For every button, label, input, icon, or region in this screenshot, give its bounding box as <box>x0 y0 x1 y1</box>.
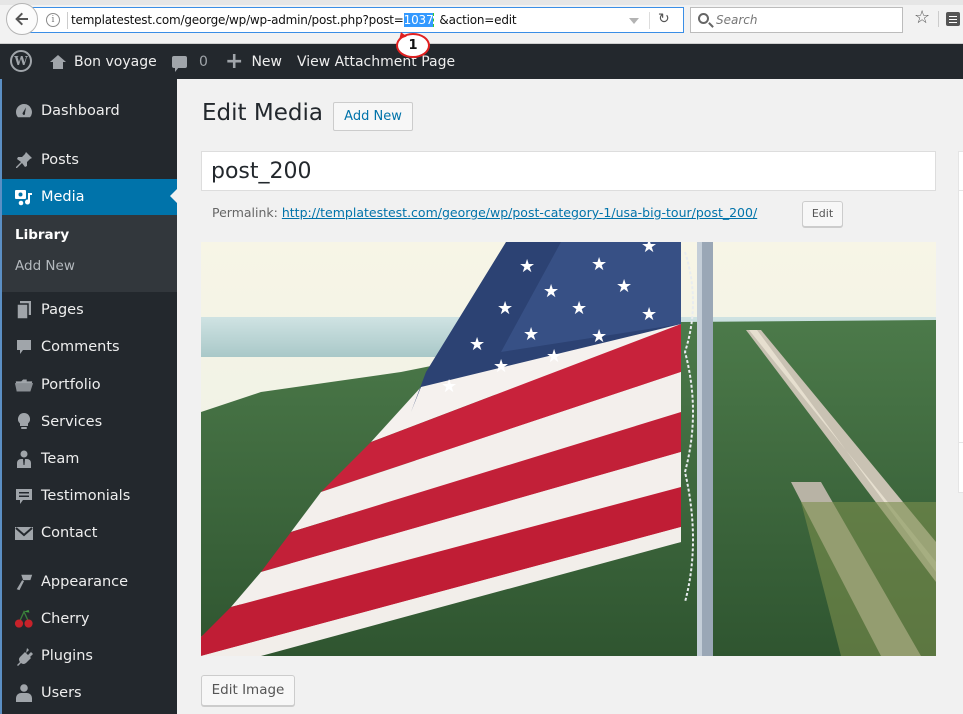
toolbar-separator <box>938 11 939 27</box>
sidebar-item-posts[interactable]: Posts <box>2 143 177 177</box>
dropdown-arrow-icon[interactable] <box>629 18 639 24</box>
folder-icon <box>14 375 34 395</box>
pages-icon <box>14 300 34 320</box>
svg-text:★: ★ <box>497 298 513 319</box>
reload-icon[interactable]: ↻ <box>658 11 670 27</box>
submenu-item-add-new[interactable]: Add New <box>15 258 75 274</box>
site-name-label: Bon voyage <box>74 53 157 70</box>
meta-box-divider <box>958 442 963 443</box>
svg-text:★: ★ <box>543 281 559 302</box>
sidebar-item-pages[interactable]: Pages <box>2 293 177 327</box>
sidebar-item-services[interactable]: Services <box>2 405 177 439</box>
url-separator <box>649 12 650 29</box>
sidebar-item-testimonials[interactable]: Testimonials <box>2 479 177 513</box>
media-title-input[interactable] <box>201 151 936 191</box>
svg-text:★: ★ <box>523 324 539 345</box>
svg-text:★: ★ <box>641 242 657 257</box>
svg-text:★: ★ <box>441 376 457 397</box>
edit-image-button[interactable]: Edit Image <box>201 675 295 706</box>
home-icon <box>50 54 66 69</box>
svg-text:★: ★ <box>641 304 657 325</box>
flag-photo: ★ ★ ★ ★ ★ ★ ★ ★ ★ ★ ★ ★ ★ ★ <box>201 242 936 656</box>
sidebar-item-media[interactable]: Media <box>2 179 177 215</box>
sidebar-item-contact[interactable]: Contact <box>2 516 177 550</box>
add-new-button[interactable]: Add New <box>333 102 413 131</box>
page-title: Edit Media <box>202 100 323 126</box>
permalink-label: Permalink: <box>212 205 278 220</box>
search-placeholder: Search <box>716 13 758 27</box>
info-icon[interactable]: i <box>46 13 60 27</box>
permalink-row: Permalink: http://templatestest.com/geor… <box>212 205 757 220</box>
view-attachment-link[interactable]: View Attachment Page <box>297 44 455 79</box>
media-submenu: Library Add New <box>2 215 177 292</box>
bookmark-star-icon[interactable]: ☆ <box>914 9 930 27</box>
admin-bar: W Bon voyage 0 + New View Attachment Pag… <box>0 44 963 79</box>
search-icon <box>698 13 709 24</box>
svg-text:★: ★ <box>616 276 632 297</box>
site-name-link[interactable]: Bon voyage <box>50 44 157 79</box>
sidebar-item-portfolio[interactable]: Portfolio <box>2 368 177 402</box>
sidebar-item-plugins[interactable]: Plugins <box>2 639 177 673</box>
sidebar-item-users[interactable]: Users <box>2 676 177 710</box>
svg-text:★: ★ <box>469 334 485 355</box>
new-label: New <box>251 53 282 70</box>
plus-icon: + <box>225 48 244 74</box>
back-button[interactable] <box>6 3 38 35</box>
address-bar[interactable]: i templatestest.com/george/wp/wp-admin/p… <box>28 7 684 33</box>
url-text[interactable]: templatestest.com/george/wp/wp-admin/pos… <box>71 13 517 27</box>
dashboard-icon <box>14 101 34 121</box>
lightbulb-icon <box>14 412 34 432</box>
browser-search-input[interactable]: Search <box>690 7 903 33</box>
back-arrow-icon <box>15 12 28 26</box>
wordpress-logo-icon[interactable]: W <box>10 50 32 72</box>
url-selected-text: 1037 <box>403 13 434 27</box>
comments-count: 0 <box>199 53 208 70</box>
submenu-item-library[interactable]: Library <box>15 227 69 243</box>
cherry-icon <box>14 609 34 629</box>
comments-icon <box>14 337 34 357</box>
media-image: ★ ★ ★ ★ ★ ★ ★ ★ ★ ★ ★ ★ ★ ★ <box>201 242 936 656</box>
comments-link[interactable]: 0 <box>172 44 208 79</box>
sidebar-item-dashboard[interactable]: Dashboard <box>2 94 177 128</box>
svg-text:★: ★ <box>546 346 562 367</box>
current-indicator <box>170 189 177 203</box>
admin-sidebar: Dashboard Posts Media Library Add New Pa… <box>0 79 177 714</box>
media-icon <box>14 187 34 207</box>
meta-box-divider <box>958 190 963 191</box>
sidebar-item-appearance[interactable]: Appearance <box>2 565 177 599</box>
new-content-link[interactable]: + New <box>225 44 282 79</box>
sidebar-item-cherry[interactable]: Cherry <box>2 602 177 636</box>
svg-text:★: ★ <box>571 298 587 319</box>
person-icon <box>14 449 34 469</box>
url-separator <box>67 12 68 29</box>
svg-text:★: ★ <box>493 356 509 377</box>
permalink-edit-button[interactable]: Edit <box>802 201 843 227</box>
plug-icon <box>14 646 34 666</box>
reader-view-icon[interactable] <box>946 12 960 26</box>
users-icon <box>14 683 34 703</box>
comment-bubble-icon <box>172 55 187 72</box>
svg-text:★: ★ <box>591 254 607 275</box>
paintbrush-icon <box>14 572 34 592</box>
testimonial-icon <box>14 486 34 506</box>
pin-icon <box>14 150 34 170</box>
svg-text:★: ★ <box>591 326 607 347</box>
svg-text:★: ★ <box>519 256 535 277</box>
permalink-link[interactable]: http://templatestest.com/george/wp/post-… <box>282 205 757 220</box>
sidebar-item-comments[interactable]: Comments <box>2 330 177 364</box>
sidebar-item-team[interactable]: Team <box>2 442 177 476</box>
envelope-icon <box>14 523 34 543</box>
